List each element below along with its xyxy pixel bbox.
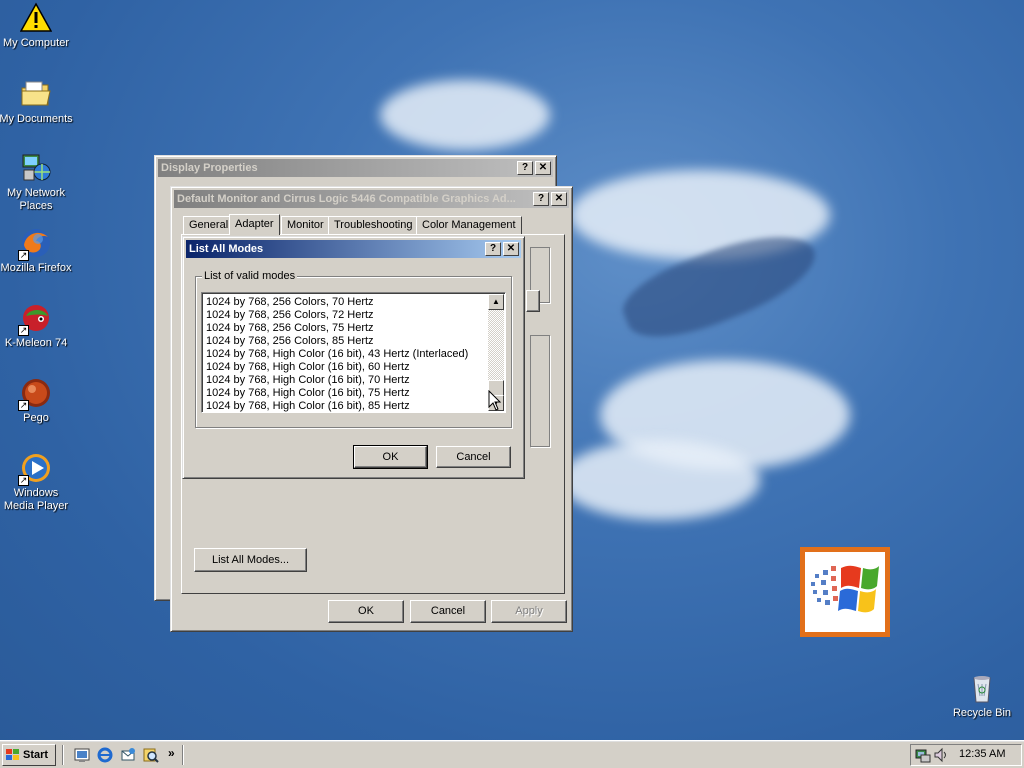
desktop-icon-my-documents[interactable]: My Documents	[0, 78, 74, 126]
modes-listbox[interactable]: 1024 by 768, 256 Colors, 70 Hertz 1024 by…	[201, 292, 506, 413]
start-button[interactable]: Start	[2, 744, 56, 766]
windows-logo-tile	[800, 547, 890, 637]
pego-icon: ↗	[18, 377, 52, 411]
mode-list-item[interactable]: 1024 by 768, High Color (16 bit), 43 Her…	[203, 348, 487, 361]
list-all-modes-dialog[interactable]: List All Modes ? ✕ List of valid modes 1…	[182, 236, 525, 479]
monitor-dialog-titlebar[interactable]: Default Monitor and Cirrus Logic 5446 Co…	[174, 190, 569, 208]
tab-troubleshooting[interactable]: Troubleshooting	[328, 216, 419, 234]
ok-button[interactable]: OK	[353, 445, 428, 469]
window-title: Display Properties	[161, 162, 258, 174]
ok-button[interactable]: OK	[328, 600, 404, 623]
mouse-cursor-icon	[488, 389, 502, 415]
list-all-modes-button[interactable]: List All Modes...	[194, 548, 307, 572]
adapter-info-group	[530, 335, 550, 447]
quick-launch-more-chevron[interactable]: »	[168, 746, 175, 760]
shortcut-arrow-icon: ↗	[18, 325, 29, 336]
desktop-icon-label: Windows Media Player	[3, 487, 69, 512]
taskbar-separator	[62, 745, 64, 765]
mode-list-item[interactable]: 1024 by 768, High Color (16 bit), 70 Her…	[203, 374, 487, 387]
close-button[interactable]: ✕	[503, 242, 519, 256]
tab-strip: General Adapter Monitor Troubleshooting …	[181, 214, 565, 236]
desktop-icon-label: Pego	[23, 412, 49, 424]
volume-tray-icon[interactable]	[933, 747, 949, 763]
display-properties-titlebar[interactable]: Display Properties ? ✕	[158, 159, 553, 177]
shortcut-arrow-icon: ↗	[18, 400, 29, 411]
desktop-icon-mozilla-firefox[interactable]: ↗ Mozilla Firefox	[0, 227, 74, 275]
tab-color-management[interactable]: Color Management	[416, 216, 522, 234]
desktop-icon-label: K-Meleon 74	[4, 337, 68, 349]
mode-list-item[interactable]: 1024 by 768, 256 Colors, 75 Hertz	[203, 322, 487, 335]
recycle-bin-icon	[966, 672, 998, 704]
tab-adapter[interactable]: Adapter	[229, 214, 280, 235]
help-button[interactable]: ?	[517, 161, 533, 175]
desktop-icon-label: My Network Places	[6, 187, 66, 212]
windows-flag-icon	[805, 552, 885, 632]
tab-general[interactable]: General	[183, 216, 235, 234]
help-button[interactable]: ?	[485, 242, 501, 256]
apply-button: Apply	[491, 600, 567, 623]
desktop-icon-windows-media-player[interactable]: ↗ Windows Media Player	[0, 452, 74, 513]
window-title: Default Monitor and Cirrus Logic 5446 Co…	[177, 193, 516, 205]
mode-list-item[interactable]: 1024 by 768, 256 Colors, 72 Hertz	[203, 309, 487, 322]
close-button[interactable]: ✕	[535, 161, 551, 175]
taskbar-separator	[182, 745, 184, 765]
mode-list-item[interactable]: 1024 by 768, High Color (16 bit), 60 Her…	[203, 361, 487, 374]
shortcut-arrow-icon: ↗	[18, 475, 29, 486]
display-settings-tray-icon[interactable]	[915, 747, 931, 763]
start-label: Start	[23, 749, 49, 761]
modes-list: 1024 by 768, 256 Colors, 70 Hertz 1024 by…	[203, 296, 487, 412]
help-button[interactable]: ?	[533, 192, 549, 206]
firefox-icon: ↗	[18, 227, 52, 261]
desktop-icon-label: My Documents	[0, 113, 73, 125]
cancel-button[interactable]: Cancel	[410, 600, 486, 623]
system-tray: 12:35 AM	[910, 744, 1022, 766]
k-meleon-icon: ↗	[18, 302, 52, 336]
window-title: List All Modes	[189, 243, 264, 255]
taskbar: Start » 12:35 AM	[0, 740, 1024, 768]
windows-flag-icon	[6, 749, 20, 761]
folder-icon	[20, 78, 52, 110]
warning-icon	[19, 2, 53, 34]
adapter-properties-button[interactable]	[526, 290, 540, 312]
desktop-icon-label: My Computer	[2, 37, 70, 49]
mode-list-item[interactable]: 1024 by 768, High Color (16 bit), 85 Her…	[203, 400, 487, 412]
close-button[interactable]: ✕	[551, 192, 567, 206]
clock[interactable]: 12:35 AM	[959, 748, 1005, 760]
desktop-icon-label: Recycle Bin	[952, 707, 1012, 719]
desktop-icon-k-meleon[interactable]: ↗ K-Meleon 74	[0, 302, 74, 350]
desktop-icon-my-computer[interactable]: My Computer	[0, 2, 74, 50]
tab-monitor[interactable]: Monitor	[281, 216, 330, 234]
mode-list-item[interactable]: 1024 by 768, 256 Colors, 85 Hertz	[203, 335, 487, 348]
show-desktop-icon[interactable]	[74, 747, 90, 763]
wallpaper-cloud	[380, 80, 550, 150]
scroll-up-button[interactable]: ▲	[488, 294, 504, 310]
cancel-button[interactable]: Cancel	[436, 446, 511, 468]
shortcut-arrow-icon: ↗	[18, 250, 29, 261]
desktop-icon-my-network-places[interactable]: My Network Places	[0, 152, 74, 213]
desktop-icon-pego[interactable]: ↗ Pego	[0, 377, 74, 425]
search-icon[interactable]	[143, 747, 159, 763]
wallpaper-cloud	[560, 440, 760, 520]
desktop-icon-recycle-bin[interactable]: Recycle Bin	[944, 672, 1020, 720]
network-icon	[20, 152, 52, 184]
desktop-icon-label: Mozilla Firefox	[0, 262, 72, 274]
group-label: List of valid modes	[202, 270, 298, 282]
mode-list-item[interactable]: 1024 by 768, High Color (16 bit), 75 Her…	[203, 387, 487, 400]
media-player-icon: ↗	[18, 452, 52, 486]
mode-list-item[interactable]: 1024 by 768, 256 Colors, 70 Hertz	[203, 296, 487, 309]
list-modes-titlebar[interactable]: List All Modes ? ✕	[186, 240, 521, 258]
outlook-express-icon[interactable]	[120, 747, 136, 763]
internet-explorer-icon[interactable]	[97, 747, 113, 763]
